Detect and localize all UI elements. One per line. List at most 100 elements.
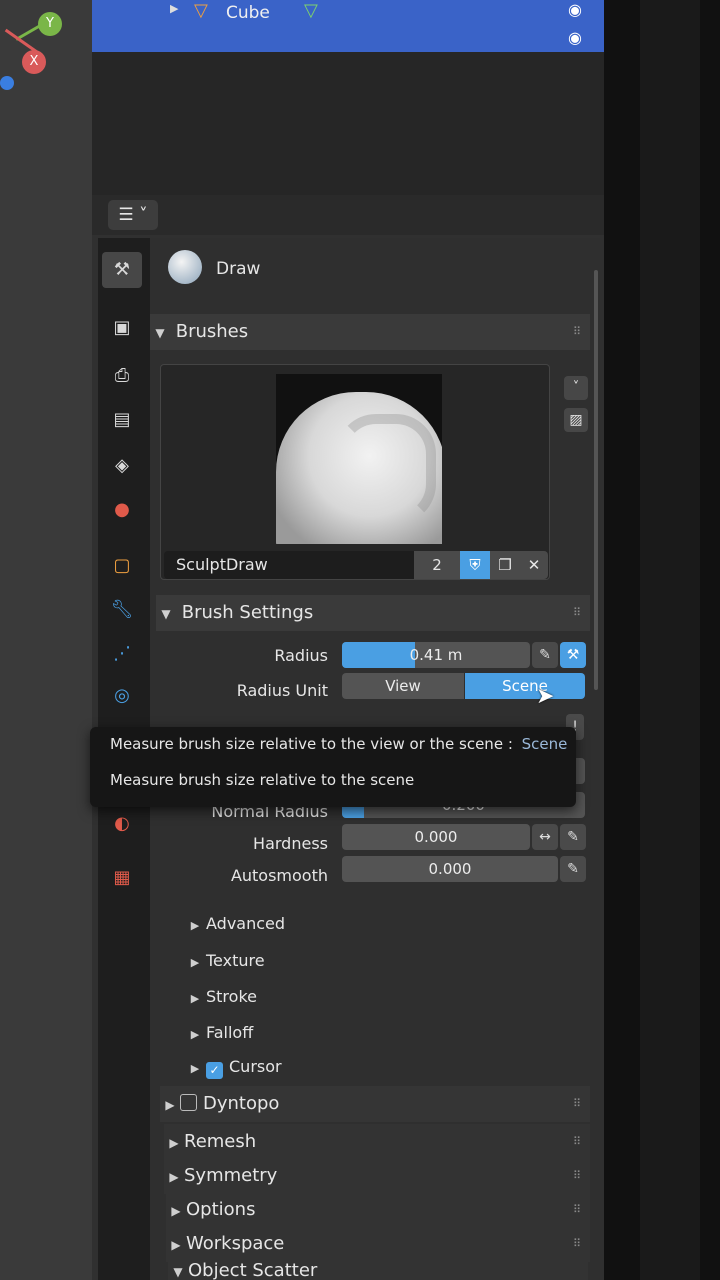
panel-title: Symmetry bbox=[184, 1165, 278, 1186]
z-axis-handle[interactable] bbox=[0, 76, 14, 90]
options-panel-header[interactable]: ▶ Options ⠿ bbox=[166, 1192, 590, 1228]
tool-settings-icon: ⚒ bbox=[113, 259, 131, 280]
radius-unit-view-option[interactable]: View bbox=[342, 673, 464, 699]
brush-settings-panel-header[interactable]: ▼ Brush Settings ⠿ bbox=[156, 595, 590, 631]
subpanel-cursor[interactable]: ▶ ✓ Cursor bbox=[184, 1057, 282, 1079]
radius-unified-toggle[interactable]: ⚒ bbox=[560, 642, 586, 668]
tooltip-enum-description: Measure brush size relative to the scene bbox=[110, 771, 415, 789]
pen-pressure-icon: ✎ bbox=[567, 861, 579, 877]
tab-view-layer[interactable]: ▤ bbox=[102, 402, 142, 438]
tab-world[interactable]: ● bbox=[102, 492, 142, 528]
drag-grip-icon[interactable]: ⠿ bbox=[573, 1226, 582, 1262]
tab-material[interactable]: ◐ bbox=[102, 806, 142, 842]
expand-arrow-icon[interactable]: ▶ bbox=[170, 2, 178, 15]
expand-triangle-icon: ▶ bbox=[169, 1170, 179, 1184]
tab-render[interactable]: ▣ bbox=[102, 310, 142, 346]
navigation-gizmo[interactable]: Y X bbox=[0, 0, 70, 95]
hardness-value: 0.000 bbox=[414, 828, 458, 846]
subpanel-falloff[interactable]: ▶ Falloff bbox=[184, 1023, 253, 1042]
shield-icon: ⛨ bbox=[469, 556, 481, 574]
subpanel-label: Texture bbox=[206, 951, 265, 970]
workspace-panel-header[interactable]: ▶ Workspace ⠿ bbox=[166, 1226, 590, 1262]
brush-name: SculptDraw bbox=[176, 555, 268, 574]
subpanel-stroke[interactable]: ▶ Stroke bbox=[184, 987, 257, 1006]
hardness-label: Hardness bbox=[253, 834, 328, 853]
printer-icon: ⎙ bbox=[114, 365, 130, 386]
radius-fill bbox=[342, 642, 416, 668]
3d-viewport[interactable] bbox=[0, 0, 92, 1280]
material-sphere-icon: ◐ bbox=[114, 813, 130, 834]
subpanel-texture[interactable]: ▶ Texture bbox=[184, 951, 265, 970]
subpanel-label: Cursor bbox=[229, 1057, 282, 1076]
autosmooth-field[interactable]: 0.000 bbox=[342, 856, 558, 882]
properties-scrollbar[interactable] bbox=[594, 270, 598, 690]
hardness-invert-toggle[interactable]: ↔ bbox=[532, 824, 558, 850]
subpanel-advanced[interactable]: ▶ Advanced bbox=[184, 914, 285, 933]
subpanel-label: Advanced bbox=[206, 914, 286, 933]
tab-tool[interactable]: ⚒ bbox=[102, 252, 142, 288]
drag-grip-icon[interactable]: ⠿ bbox=[573, 1086, 582, 1122]
tool-name: Draw bbox=[216, 259, 261, 279]
subpanel-label: Falloff bbox=[206, 1023, 254, 1042]
mesh-data-icon: ▽ bbox=[304, 0, 318, 21]
radius-field[interactable]: 0.41 m bbox=[342, 642, 530, 668]
symmetry-panel-header[interactable]: ▶ Symmetry ⠿ bbox=[164, 1158, 590, 1194]
radius-value: 0.41 m bbox=[409, 646, 463, 664]
x-axis-handle[interactable]: X bbox=[22, 50, 46, 74]
image-layers-icon: ▤ bbox=[113, 409, 131, 430]
panel-title: Brush Settings bbox=[181, 602, 314, 623]
drag-grip-icon[interactable]: ⠿ bbox=[573, 1192, 582, 1228]
drag-grip-icon[interactable]: ⠿ bbox=[573, 1124, 582, 1160]
unlink-brush-button[interactable]: ✕ bbox=[520, 551, 548, 579]
brushes-panel-header[interactable]: ▼ Brushes ⠿ bbox=[150, 314, 590, 350]
brush-name-field[interactable]: SculptDraw bbox=[164, 551, 414, 579]
visibility-eye-icon[interactable]: ◉ bbox=[568, 0, 582, 19]
panel-title: Remesh bbox=[184, 1131, 257, 1152]
brush-users-count[interactable]: 2 bbox=[414, 551, 460, 579]
editor-type-button[interactable]: ☰ ˅ bbox=[108, 200, 158, 230]
autosmooth-pressure-toggle[interactable]: ✎ bbox=[560, 856, 586, 882]
y-axis-handle[interactable]: Y bbox=[38, 12, 62, 36]
dyntopo-panel-header[interactable]: ▶ Dyntopo ⠿ bbox=[160, 1086, 590, 1122]
tab-scene[interactable]: ◈ bbox=[102, 448, 142, 484]
expand-triangle-icon: ▶ bbox=[165, 1098, 175, 1112]
object-square-icon: ▢ bbox=[113, 555, 131, 576]
pen-pressure-icon: ✎ bbox=[539, 647, 551, 663]
tab-texture[interactable]: ▦ bbox=[102, 860, 142, 896]
tab-object[interactable]: ▢ bbox=[102, 548, 142, 584]
pen-pressure-icon: ✎ bbox=[567, 829, 579, 845]
autosmooth-value: 0.000 bbox=[428, 860, 472, 878]
outliner-row-cube[interactable]: ▶ ▽ Cube ▽ ◉ bbox=[92, 0, 604, 26]
radius-pressure-toggle[interactable]: ✎ bbox=[532, 642, 558, 668]
drag-grip-icon[interactable]: ⠿ bbox=[573, 595, 582, 631]
tooltip: Measure brush size relative to the view … bbox=[90, 727, 576, 807]
fake-user-button[interactable]: ⛨ bbox=[460, 551, 490, 579]
chevron-down-icon: ˅ bbox=[572, 380, 580, 395]
radius-unit-scene-option[interactable]: Scene bbox=[465, 673, 585, 699]
remesh-panel-header[interactable]: ▶ Remesh ⠿ bbox=[164, 1124, 590, 1160]
particles-icon: ⋰ bbox=[113, 643, 131, 664]
properties-header bbox=[92, 195, 604, 235]
tab-physics[interactable]: ◎ bbox=[102, 678, 142, 714]
brush-menu-dropdown[interactable]: ˅ bbox=[564, 376, 588, 400]
hardness-pressure-toggle[interactable]: ✎ bbox=[560, 824, 586, 850]
tab-output[interactable]: ⎙ bbox=[102, 358, 142, 394]
dyntopo-checkbox[interactable] bbox=[180, 1094, 197, 1111]
drag-grip-icon[interactable]: ⠿ bbox=[573, 314, 582, 350]
expand-triangle-icon: ▶ bbox=[190, 992, 200, 1005]
drag-grip-icon[interactable]: ⠿ bbox=[573, 1158, 582, 1194]
panel-title: Brushes bbox=[175, 321, 249, 342]
cursor-checkbox[interactable]: ✓ bbox=[206, 1062, 223, 1079]
hardness-field[interactable]: 0.000 bbox=[342, 824, 530, 850]
visibility-eye-icon[interactable]: ◉ bbox=[568, 28, 582, 47]
brush-preview-image bbox=[276, 374, 442, 544]
tab-particles[interactable]: ⋰ bbox=[102, 636, 142, 672]
object-scatter-panel-header[interactable]: ▼ Object Scatter bbox=[168, 1258, 588, 1280]
collapse-triangle-icon: ▼ bbox=[161, 607, 171, 621]
custom-icon-button[interactable]: ▨ bbox=[564, 408, 588, 432]
tab-modifiers[interactable]: 🔧︎ bbox=[102, 592, 142, 628]
close-icon: ✕ bbox=[527, 556, 541, 574]
physics-icon: ◎ bbox=[114, 685, 130, 706]
duplicate-brush-button[interactable]: ❐ bbox=[490, 551, 520, 579]
outliner-row-selected[interactable]: ◉ bbox=[92, 26, 604, 52]
